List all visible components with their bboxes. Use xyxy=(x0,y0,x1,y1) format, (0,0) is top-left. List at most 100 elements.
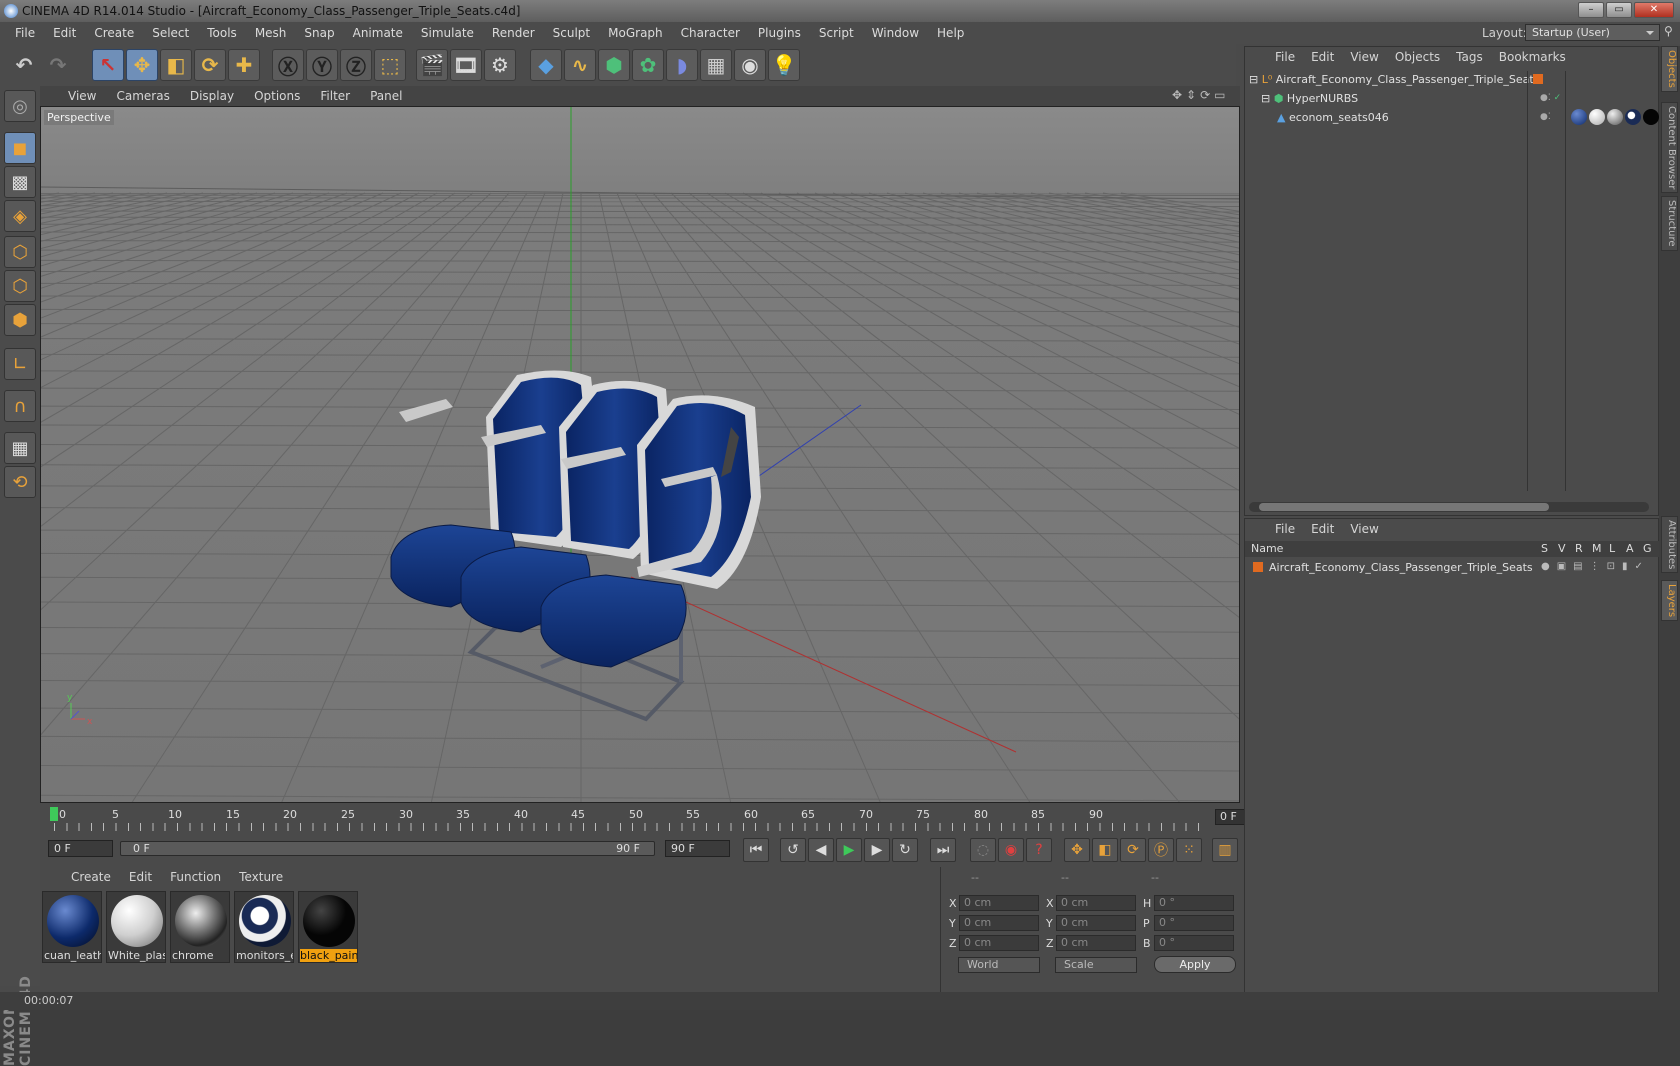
layer-col-v[interactable]: V xyxy=(1558,541,1566,557)
material-swatch[interactable]: monitors_e xyxy=(234,891,294,963)
next-frame-icon[interactable]: ▶ xyxy=(864,838,890,862)
timeline[interactable]: 0 5 10 15 20 25 30 35 40 45 50 55 60 65 … xyxy=(40,803,1240,833)
maximize-button[interactable]: ▭ xyxy=(1606,2,1632,18)
layer-menu-edit[interactable]: Edit xyxy=(1303,522,1342,536)
rotation-b-field[interactable]: 0 ° xyxy=(1154,935,1234,951)
redo-icon[interactable]: ↷ xyxy=(42,49,74,81)
render-view-icon[interactable]: 🎬 xyxy=(416,49,448,81)
material-tag-icon[interactable] xyxy=(1643,109,1659,125)
layer-col-l[interactable]: L xyxy=(1609,541,1615,557)
layer-col-g[interactable]: G xyxy=(1643,541,1652,557)
object-row[interactable]: ⊟ L⁰ Aircraft_Economy_Class_Passenger_Tr… xyxy=(1249,71,1539,89)
object-menu-tags[interactable]: Tags xyxy=(1448,50,1491,64)
layer-col-m[interactable]: M xyxy=(1592,541,1602,557)
autokey-icon[interactable]: ◉ xyxy=(998,838,1024,862)
layer-col-a[interactable]: A xyxy=(1626,541,1634,557)
visibility-dots-icon[interactable]: ●⁚ xyxy=(1540,112,1551,122)
key-scale-icon[interactable]: ◧ xyxy=(1092,838,1118,862)
spline-pen-icon[interactable]: ∿ xyxy=(564,49,596,81)
edges-mode-icon[interactable]: ⬡ xyxy=(4,270,36,302)
layer-row[interactable]: Aircraft_Economy_Class_Passenger_Triple_… xyxy=(1253,559,1533,577)
menu-snap[interactable]: Snap xyxy=(295,26,343,40)
size-mode-dropdown[interactable]: Scale xyxy=(1055,957,1137,973)
rotation-h-field[interactable]: 0 ° xyxy=(1154,895,1234,911)
render-picture-viewer-icon[interactable]: 🎞 xyxy=(450,49,482,81)
go-to-start-icon[interactable]: ⏮ xyxy=(743,838,769,862)
cube-primitive-icon[interactable]: ◆ xyxy=(530,49,562,81)
menu-render[interactable]: Render xyxy=(483,26,544,40)
previous-frame-icon[interactable]: ◀ xyxy=(808,838,834,862)
menu-script[interactable]: Script xyxy=(810,26,863,40)
apply-button[interactable]: Apply xyxy=(1154,956,1236,973)
floor-scene-icon[interactable]: ▦ xyxy=(700,49,732,81)
viewport-menu-cameras[interactable]: Cameras xyxy=(106,89,179,103)
live-selection-icon[interactable]: ↖ xyxy=(92,49,124,81)
menu-tools[interactable]: Tools xyxy=(198,26,246,40)
object-menu-file[interactable]: File xyxy=(1267,50,1303,64)
position-x-field[interactable]: 0 cm xyxy=(959,895,1039,911)
end-frame-field[interactable]: 90 F xyxy=(665,840,730,857)
key-rotation-icon[interactable]: ⟳ xyxy=(1120,838,1146,862)
z-axis-lock-icon[interactable]: Ⓩ xyxy=(340,49,372,81)
go-to-end-icon[interactable]: ⏭ xyxy=(930,838,956,862)
tab-attributes[interactable]: Attributes xyxy=(1661,516,1678,573)
layer-color-tag[interactable] xyxy=(1533,74,1543,84)
material-menu-create[interactable]: Create xyxy=(62,870,120,884)
create-object-icon[interactable]: ✚ xyxy=(228,49,260,81)
layer-col-r[interactable]: R xyxy=(1575,541,1583,557)
camera-icon[interactable]: ◉ xyxy=(734,49,766,81)
material-swatch[interactable]: black_pain xyxy=(298,891,358,963)
object-row[interactable]: ▲ econom_seats046 xyxy=(1277,109,1389,127)
points-mode-icon[interactable]: ⬡ xyxy=(4,236,36,268)
viewport-menu-display[interactable]: Display xyxy=(180,89,244,103)
next-key-icon[interactable]: ↻ xyxy=(892,838,918,862)
object-menu-edit[interactable]: Edit xyxy=(1303,50,1342,64)
object-menu-objects[interactable]: Objects xyxy=(1387,50,1448,64)
object-row[interactable]: ⊟ ⬢ HyperNURBS xyxy=(1261,90,1358,108)
object-menu-view[interactable]: View xyxy=(1342,50,1386,64)
record-keys-icon[interactable]: ◌ xyxy=(970,838,996,862)
timeline-window-icon[interactable]: ▥ xyxy=(1212,838,1238,862)
menu-mograph[interactable]: MoGraph xyxy=(599,26,672,40)
material-tags[interactable] xyxy=(1571,109,1659,125)
layout-dropdown[interactable]: Startup (User) xyxy=(1525,24,1660,41)
previous-key-icon[interactable]: ↺ xyxy=(780,838,806,862)
model-mode-icon[interactable]: ◼ xyxy=(4,132,36,164)
polygons-mode-icon[interactable]: ⬢ xyxy=(4,304,36,336)
snap-magnet-icon[interactable]: ∩ xyxy=(4,390,36,422)
tab-layers[interactable]: Layers xyxy=(1661,580,1678,621)
menu-help[interactable]: Help xyxy=(928,26,973,40)
viewport-menu-view[interactable]: View xyxy=(58,89,106,103)
tab-structure[interactable]: Structure xyxy=(1661,196,1678,251)
tab-objects[interactable]: Objects xyxy=(1661,46,1678,92)
undo-icon[interactable]: ↶ xyxy=(8,49,40,81)
material-menu-function[interactable]: Function xyxy=(161,870,230,884)
menu-file[interactable]: File xyxy=(6,26,44,40)
planar-workplane-icon[interactable]: ⟲ xyxy=(4,466,36,498)
keyframe-selection-icon[interactable]: ? xyxy=(1026,838,1052,862)
column-divider[interactable] xyxy=(1527,71,1528,491)
layer-col-s[interactable]: S xyxy=(1541,541,1548,557)
size-x-field[interactable]: 0 cm xyxy=(1056,895,1136,911)
material-tag-icon[interactable] xyxy=(1589,109,1605,125)
viewport-menu-panel[interactable]: Panel xyxy=(360,89,412,103)
key-position-icon[interactable]: ✥ xyxy=(1064,838,1090,862)
light-icon[interactable]: 💡 xyxy=(768,49,800,81)
material-swatch[interactable]: cuan_leath xyxy=(42,891,102,963)
material-tag-icon[interactable] xyxy=(1607,109,1623,125)
play-icon[interactable]: ▶ xyxy=(836,838,862,862)
viewport-menu-options[interactable]: Options xyxy=(244,89,310,103)
rotate-icon[interactable]: ⟳ xyxy=(194,49,226,81)
menu-animate[interactable]: Animate xyxy=(344,26,412,40)
subdivision-surface-icon[interactable]: ⬢ xyxy=(598,49,630,81)
key-pla-icon[interactable]: ⁙ xyxy=(1176,838,1202,862)
layer-color-swatch[interactable] xyxy=(1253,562,1263,572)
expand-icon[interactable]: ⊟ xyxy=(1249,73,1262,86)
size-z-field[interactable]: 0 cm xyxy=(1056,935,1136,951)
position-z-field[interactable]: 0 cm xyxy=(959,935,1039,951)
viewport-navigation-icons[interactable]: ✥⇕⟳▭ xyxy=(1172,88,1230,102)
material-tag-icon[interactable] xyxy=(1625,109,1641,125)
material-tag-icon[interactable] xyxy=(1571,109,1587,125)
search-icon[interactable]: ⚲ xyxy=(1664,24,1678,38)
horizontal-scrollbar[interactable] xyxy=(1249,502,1649,512)
